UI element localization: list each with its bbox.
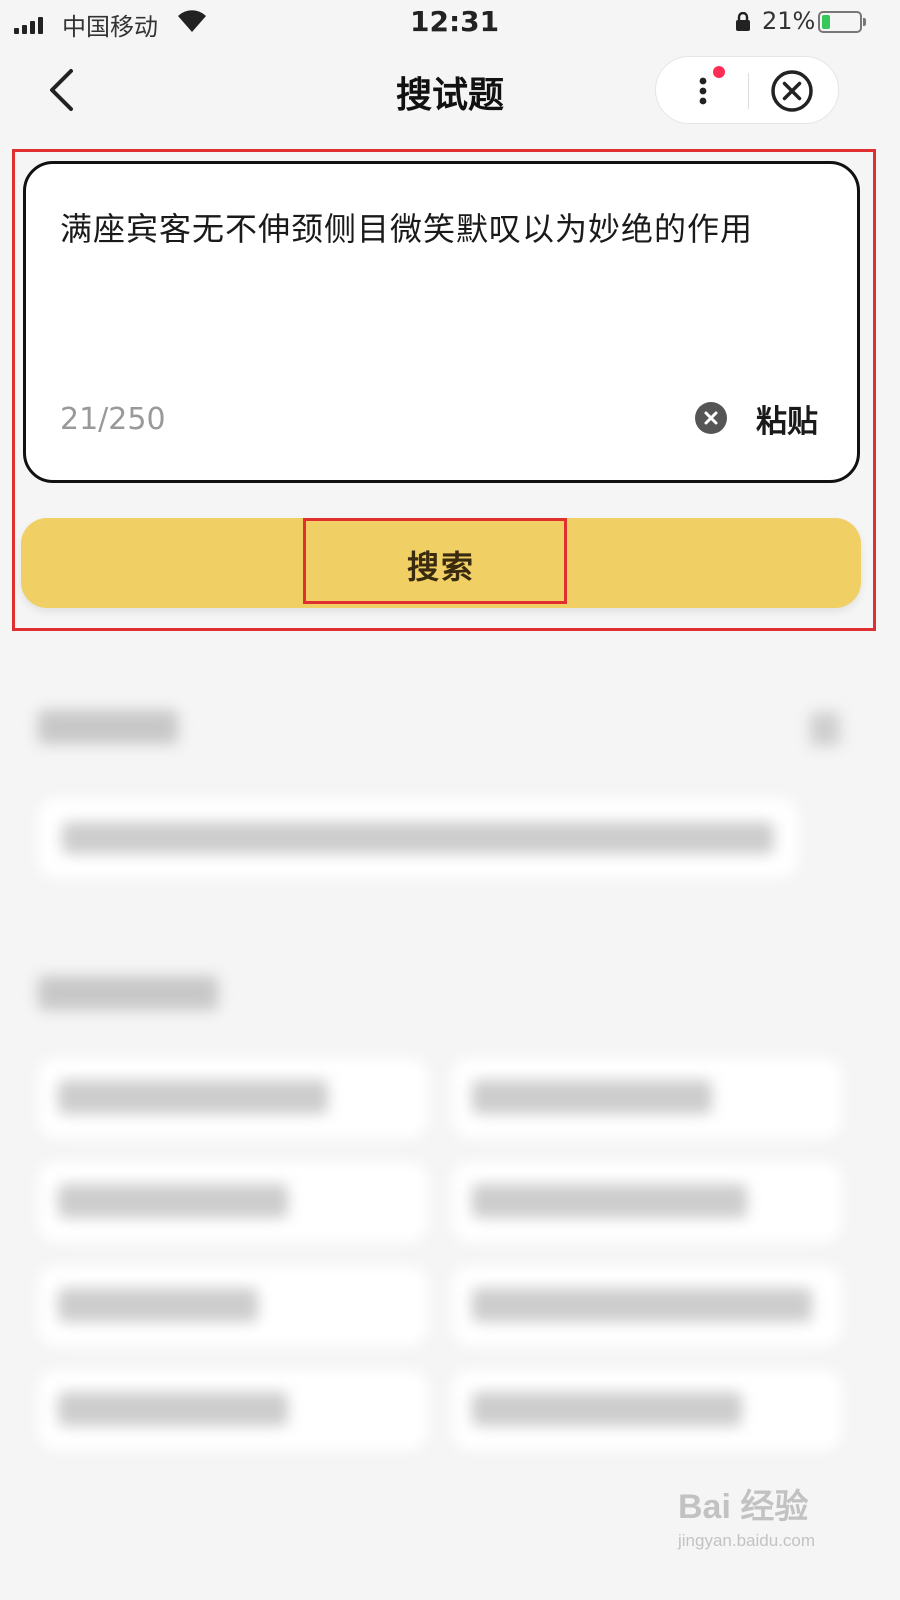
hot-search-item [38, 1370, 428, 1450]
status-bar: 中国移动 12:31 21% [0, 0, 900, 46]
paste-button[interactable]: 粘贴 [756, 396, 818, 441]
watermark-url: jingyan.baidu.com [677, 1531, 815, 1550]
hot-search-item [452, 1162, 842, 1242]
clear-input-button[interactable] [695, 402, 727, 434]
battery-percent: 21% [762, 7, 816, 35]
trash-icon [810, 712, 840, 746]
hot-search-item [452, 1370, 842, 1450]
more-menu-button[interactable] [686, 65, 726, 117]
close-miniprogram-button[interactable] [768, 67, 816, 115]
clear-x-icon [704, 411, 718, 425]
signal-icon [14, 14, 43, 34]
baidu-jingyan-watermark: Bai 经验 jingyan.baidu.com [677, 1487, 815, 1550]
history-heading-blurred [38, 710, 178, 744]
hot-search-item [38, 1162, 428, 1242]
rotation-lock-icon [736, 12, 750, 31]
blurred-content [0, 640, 900, 1540]
hot-search-item [452, 1266, 842, 1346]
carrier-label: 中国移动 [62, 13, 158, 41]
status-time: 12:31 [410, 5, 500, 38]
notification-dot [713, 66, 725, 78]
search-button[interactable]: 搜索 [21, 518, 861, 608]
search-query-text[interactable]: 满座宾客无不伸颈侧目微笑默叹以为妙绝的作用 [60, 204, 827, 250]
wifi-icon [178, 10, 206, 32]
search-button-label: 搜索 [406, 548, 475, 586]
watermark-text: Bai 经验 [678, 1487, 808, 1526]
battery-icon [818, 11, 866, 33]
close-circle-icon [771, 70, 813, 112]
search-textarea[interactable]: 满座宾客无不伸颈侧目微笑默叹以为妙绝的作用 21/250 粘贴 [23, 161, 860, 483]
hot-search-heading-blurred [38, 976, 218, 1010]
hot-search-item [452, 1058, 842, 1138]
hot-search-item [38, 1266, 428, 1346]
hot-search-item [38, 1058, 428, 1138]
history-item [38, 798, 798, 878]
miniprogram-capsule [655, 56, 839, 124]
character-counter: 21/250 [60, 402, 166, 437]
capsule-divider [748, 73, 749, 109]
more-dots-icon [699, 66, 725, 105]
